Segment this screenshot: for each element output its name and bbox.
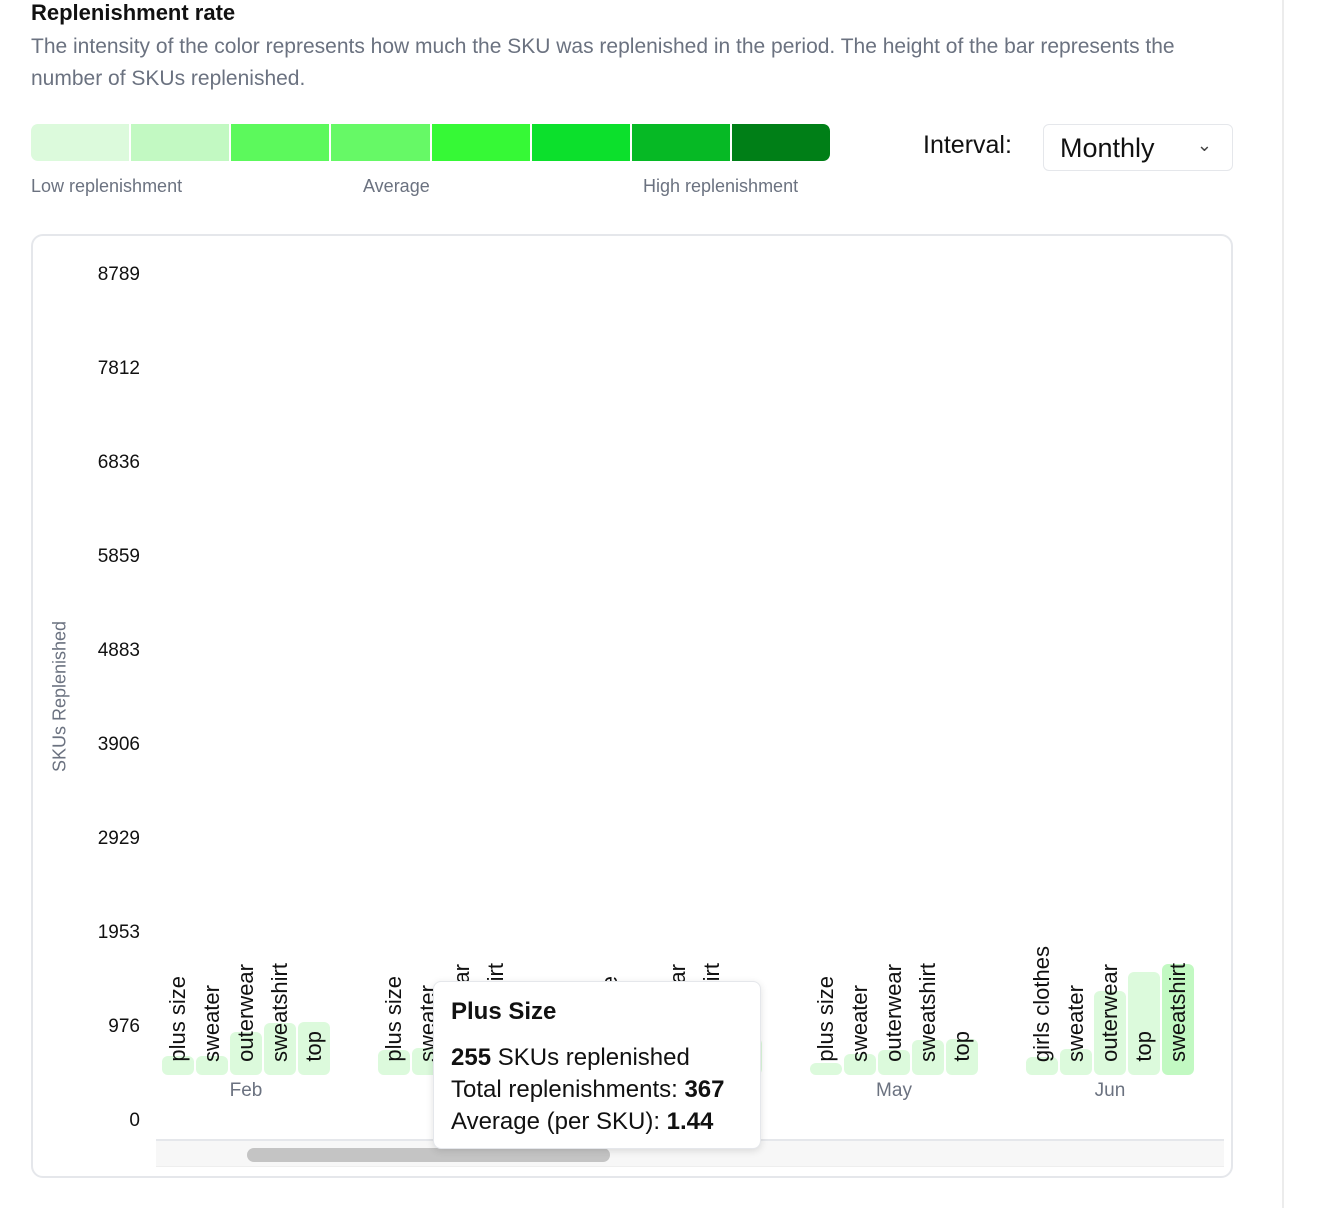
y-tick-label: 0: [129, 1110, 140, 1131]
y-tick-label: 6836: [97, 452, 140, 473]
y-tick-label: 2929: [97, 828, 140, 849]
bar-label: plus size: [813, 976, 838, 1062]
legend-average-label: Average: [363, 176, 430, 196]
bar[interactable]: [810, 1062, 842, 1075]
tooltip-total: Total replenishments: 367: [451, 1076, 725, 1103]
bar-label: sweatshirt: [915, 962, 940, 1062]
legend-swatch: [131, 124, 232, 161]
bar-label: top: [949, 1031, 974, 1062]
bar-label: plus size: [165, 976, 190, 1062]
tooltip-title: Plus Size: [451, 998, 557, 1025]
y-tick-label: 1953: [97, 922, 140, 943]
bar-label: girls clothes: [1029, 945, 1054, 1062]
legend-swatch: [331, 124, 432, 161]
bar-label: plus size: [381, 976, 406, 1062]
bar-label: sweatshirt: [1165, 962, 1190, 1062]
bar-label: outerwear: [881, 964, 906, 1062]
x-month-label: Jun: [1094, 1080, 1126, 1101]
legend-swatch: [31, 124, 132, 161]
bar-label: top: [1131, 1031, 1156, 1062]
interval-select[interactable]: Monthly ⌄: [1043, 124, 1233, 171]
scrollbar-thumb[interactable]: [247, 1148, 610, 1162]
y-tick-label: 976: [108, 1016, 140, 1037]
divider: [1282, 0, 1284, 1208]
bar-label: top: [301, 1031, 326, 1062]
y-tick-label: 7812: [97, 358, 140, 379]
bar-tooltip: Plus Size 255 SKUs replenished Total rep…: [433, 981, 761, 1149]
x-month-label: May: [876, 1080, 912, 1101]
y-axis-label: SKUs Replenished: [49, 620, 70, 773]
legend-swatch: [631, 124, 732, 161]
bar-label: sweatshirt: [267, 962, 292, 1062]
bar-label: sweater: [847, 984, 872, 1062]
legend-low-label: Low replenishment: [31, 176, 183, 196]
chart-title: Replenishment rate: [31, 0, 236, 25]
tooltip-average: Average (per SKU): 1.44: [451, 1108, 714, 1135]
legend-swatch: [731, 124, 830, 161]
x-month-label: Feb: [229, 1080, 263, 1101]
y-tick-label: 5859: [97, 546, 140, 567]
y-tick-label: 3906: [97, 734, 140, 755]
color-scale-legend: [31, 124, 830, 161]
interval-label: Interval:: [923, 131, 1012, 159]
bar-label: sweater: [199, 984, 224, 1062]
legend-swatch: [231, 124, 332, 161]
tooltip-skus: 255 SKUs replenished: [451, 1044, 690, 1071]
bar-label: outerwear: [233, 964, 258, 1062]
chart-description: The intensity of the color represents ho…: [31, 35, 1175, 90]
legend-high-label: High replenishment: [643, 176, 799, 196]
bar-label: sweater: [1063, 984, 1088, 1062]
y-tick-label: 8789: [97, 264, 140, 285]
chevron-down-icon: ⌄: [1196, 135, 1212, 155]
legend-swatch: [531, 124, 632, 161]
interval-value: Monthly: [1060, 133, 1155, 163]
bar-label: outerwear: [1097, 964, 1122, 1062]
y-tick-label: 4883: [97, 640, 140, 661]
legend-swatch: [431, 124, 532, 161]
